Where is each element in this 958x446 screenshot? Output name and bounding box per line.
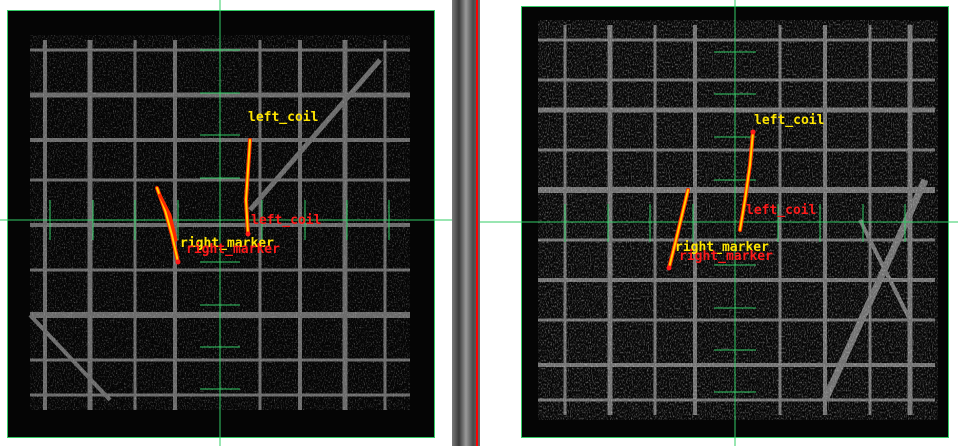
right-scan-canvas: left_coil left_coil right_marker right_m… <box>480 0 958 446</box>
marker-endpoint[interactable] <box>666 265 672 271</box>
left-scan-canvas: left_coil left_coil right_marker right_m… <box>0 0 452 446</box>
left-coil-label-secondary: left_coil <box>251 213 321 228</box>
coil-endpoint[interactable] <box>750 129 756 135</box>
left-coil-label-secondary: left_coil <box>746 203 816 218</box>
right-image-viewport[interactable]: left_coil left_coil right_marker right_m… <box>480 0 958 446</box>
right-marker-label-secondary: right_marker <box>186 242 280 257</box>
left-coil-label: left_coil <box>754 113 824 128</box>
left-coil-label: left_coil <box>248 110 318 125</box>
right-marker-label-secondary: right_marker <box>679 249 773 264</box>
left-image-viewport[interactable]: left_coil left_coil right_marker right_m… <box>0 0 452 446</box>
marker-endpoint[interactable] <box>175 259 181 265</box>
scan-noise <box>538 20 938 420</box>
active-view-indicator <box>476 0 478 446</box>
